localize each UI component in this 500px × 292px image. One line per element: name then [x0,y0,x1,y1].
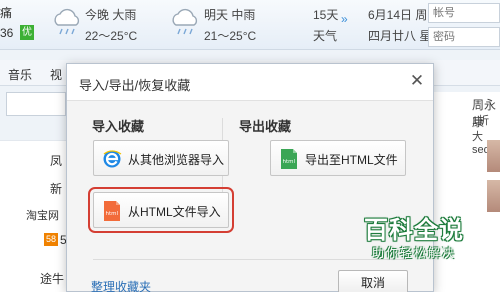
today-weather[interactable]: 今晚 大雨 [85,6,136,23]
tomorrow-temperature: 21～25°C [204,29,257,43]
weather-bar: 痛 36 优 今晚 大雨 22～25°C 明天 中雨 21～25°C 15天 天… [0,0,500,50]
dialog-body: 导入收藏 导出收藏 从其他浏览器导入 html 从HTML文件导入 html 导… [67,100,433,292]
account-input[interactable] [428,3,500,23]
import-from-html-button[interactable]: html 从HTML文件导入 [88,187,234,233]
site-item-feng[interactable]: 凤 [50,152,62,169]
close-icon[interactable]: ✕ [408,72,426,90]
rain-cloud-icon [172,8,198,35]
site-item-xin[interactable]: 新 [50,180,62,197]
svg-text:html: html [283,159,296,165]
site-badge-58[interactable]: 58 [44,233,58,246]
password-input[interactable] [428,27,500,47]
news-thumbnail[interactable] [487,180,500,212]
nav-music[interactable]: 音乐 [8,66,32,83]
today-temperature: 22～25°C [85,29,138,43]
nav-video[interactable]: 视 [50,66,62,83]
export-to-html-button[interactable]: html 导出至HTML文件 [270,140,406,176]
organize-bookmarks-link[interactable]: 整理收藏夹 [91,278,151,292]
forecast-weather-link[interactable]: 天气 [313,27,337,44]
dialog-title: 导入/导出/恢复收藏 [79,78,191,93]
ie-browser-icon [103,150,122,168]
import-from-browser-label: 从其他浏览器导入 [128,153,225,167]
aqi-badge[interactable]: 优 [20,25,34,40]
html-file-export-icon: html [281,149,297,169]
export-section-title: 导出收藏 [239,119,292,134]
footer-divider [93,259,407,260]
news-thumbnail[interactable] [487,140,500,172]
html-file-import-icon: html [104,201,120,221]
time-fragment: 36 [0,26,14,40]
tomorrow-weather[interactable]: 明天 中雨 [204,6,255,23]
city-fragment: 痛 [0,6,13,20]
chevron-double-right-icon[interactable]: » [341,12,348,26]
watermark-title: 百科全说 [364,217,464,244]
import-section-title: 导入收藏 [92,119,145,134]
rain-cloud-icon [54,8,80,35]
export-to-html-label: 导出至HTML文件 [305,153,398,167]
cancel-button[interactable]: 取消 [338,270,408,292]
import-from-html-label: 从HTML文件导入 [128,205,221,219]
forecast-15day-link[interactable]: 15天 [313,6,338,23]
watermark-subtitle: 助你轻松解决 [372,246,457,260]
import-from-browser-button[interactable]: 从其他浏览器导入 [93,140,229,176]
site-item-tuniu[interactable]: 途牛 [40,270,64,287]
search-box[interactable] [6,92,66,116]
svg-text:html: html [106,211,119,217]
site-item-taobao[interactable]: 淘宝网 [26,207,59,223]
